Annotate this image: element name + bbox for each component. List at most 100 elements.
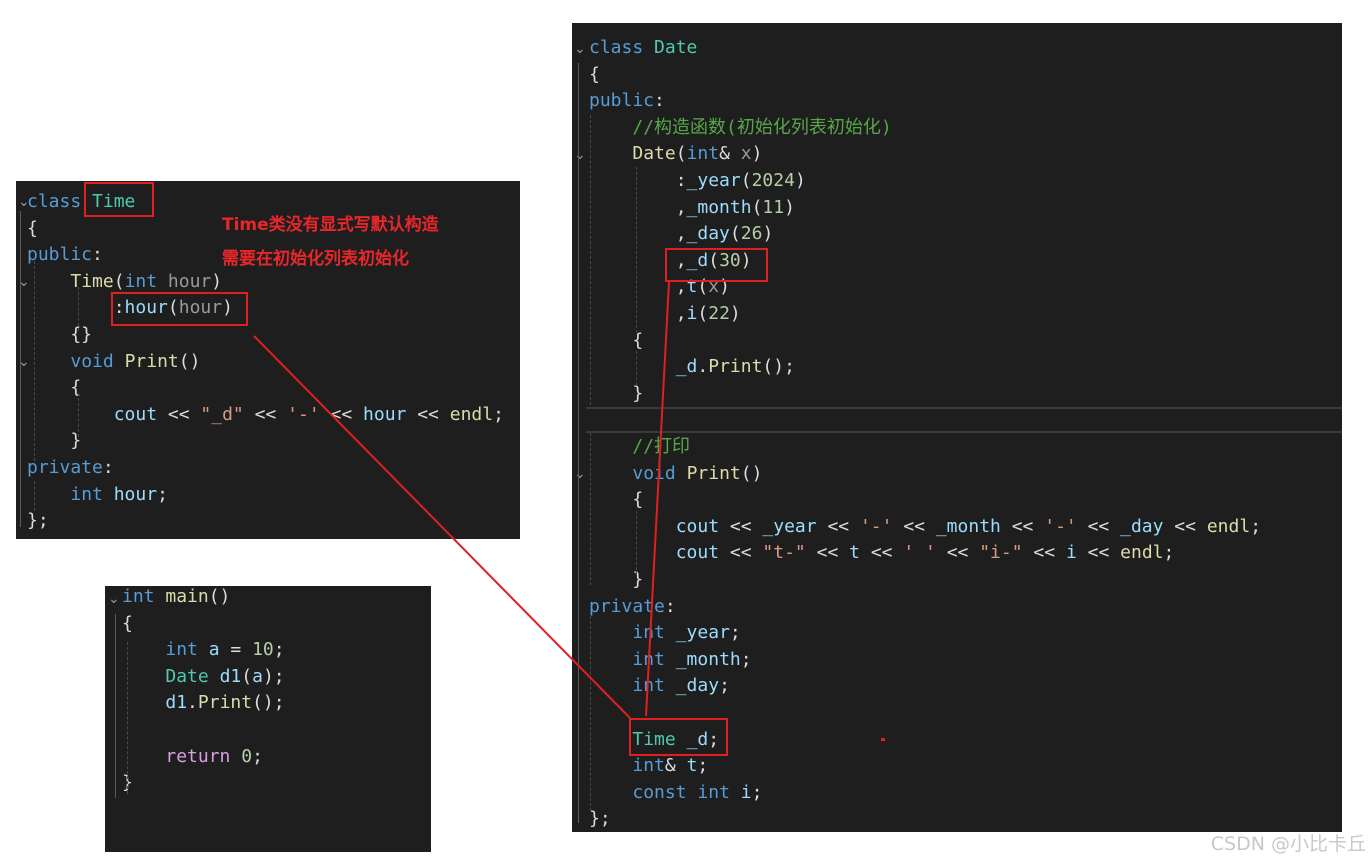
- code-line[interactable]: cout << _year << '-' << _month << '-' <<…: [589, 514, 1261, 540]
- code-token: ;: [157, 483, 168, 505]
- code-line[interactable]: int _day;: [589, 673, 730, 699]
- code-token: :: [654, 90, 665, 112]
- code-token: _month: [675, 648, 741, 670]
- code-line[interactable]: cout << "t-" << t << ' ' << "i-" << i <<…: [589, 540, 1175, 566]
- code-line[interactable]: {: [589, 62, 600, 88]
- code-line[interactable]: int a = 10;: [122, 637, 284, 663]
- code-line[interactable]: {: [589, 487, 643, 513]
- code-token: public: [589, 90, 655, 112]
- code-line[interactable]: }: [27, 428, 81, 454]
- code-token: ;: [719, 675, 730, 697]
- code-token: public: [27, 244, 93, 266]
- code-line[interactable]: Time(int hour): [27, 269, 222, 295]
- code-line[interactable]: public:: [27, 242, 103, 268]
- code-line[interactable]: int& t;: [589, 753, 708, 779]
- code-token: <<: [1076, 515, 1121, 537]
- code-line[interactable]: };: [27, 508, 49, 534]
- code-line[interactable]: int _year;: [589, 620, 740, 646]
- code-token: a: [252, 665, 263, 687]
- code-token: int: [632, 648, 665, 670]
- fold-chevron-icon[interactable]: ⌄: [574, 142, 586, 168]
- code-token: <<: [816, 515, 860, 537]
- code-line[interactable]: public:: [589, 88, 665, 114]
- code-line[interactable]: void Print(): [27, 349, 200, 375]
- code-line[interactable]: int main(): [122, 586, 230, 610]
- code-line[interactable]: const int i;: [589, 780, 762, 806]
- code-line[interactable]: :_year(2024): [589, 168, 806, 194]
- annotation-line-1: Time类没有显式写默认构造: [222, 215, 439, 235]
- fold-chevron-icon[interactable]: ⌄: [574, 36, 586, 62]
- code-line[interactable]: //构造函数(初始化列表初始化): [589, 115, 891, 141]
- code-line[interactable]: private:: [27, 455, 114, 481]
- code-token: ;: [751, 781, 763, 803]
- code-token: Date: [165, 665, 209, 687]
- code-token: ,: [589, 196, 687, 218]
- code-token: <<: [243, 403, 288, 425]
- code-token: int: [632, 755, 665, 777]
- highlight-box-time-member: [629, 718, 728, 756]
- code-token: '-': [287, 403, 320, 425]
- code-token: (): [208, 586, 231, 607]
- code-token: t: [686, 755, 698, 777]
- code-line[interactable]: {}: [27, 322, 92, 348]
- code-token: int: [70, 483, 103, 505]
- code-token: main: [165, 586, 209, 607]
- code-token: :: [102, 457, 114, 478]
- code-token: ' ': [903, 542, 936, 564]
- code-line[interactable]: class Date: [589, 35, 697, 61]
- code-line[interactable]: cout << "_d" << '-' << hour << endl;: [27, 402, 504, 428]
- highlight-box-hour-initializer: [111, 292, 248, 326]
- code-token: '-': [859, 515, 893, 537]
- code-line[interactable]: };: [589, 806, 611, 832]
- code-token: ;: [1250, 515, 1262, 537]
- code-token: ): [794, 170, 806, 191]
- code-token: <<: [892, 515, 936, 537]
- code-line[interactable]: ,_month(11): [589, 195, 795, 221]
- code-token: .: [187, 692, 198, 714]
- fold-chevron-icon[interactable]: ⌄: [574, 461, 586, 487]
- code-token: :: [92, 244, 103, 266]
- code-token: <<: [1000, 515, 1045, 537]
- code-line[interactable]: {: [27, 216, 38, 242]
- code-line[interactable]: d1.Print();: [122, 690, 284, 716]
- code-line[interactable]: {: [27, 375, 81, 401]
- code-token: &: [664, 755, 687, 777]
- code-line[interactable]: private:: [589, 594, 676, 620]
- code-token: (: [675, 143, 687, 165]
- code-token: Print: [124, 350, 179, 372]
- code-line[interactable]: ,_day(26): [589, 221, 774, 247]
- code-line[interactable]: {: [122, 611, 133, 637]
- code-line[interactable]: void Print(): [589, 461, 762, 487]
- code-line[interactable]: int hour;: [27, 482, 168, 508]
- code-token: ;: [740, 648, 752, 670]
- fold-chevron-icon[interactable]: ⌄: [108, 586, 120, 612]
- code-line[interactable]: ,i(22): [589, 301, 741, 327]
- code-token: <<: [805, 542, 850, 564]
- code-line[interactable]: _d.Print();: [589, 354, 795, 380]
- code-token: int: [165, 639, 198, 661]
- code-token: 26: [740, 223, 763, 245]
- code-line[interactable]: Date d1(a);: [122, 664, 284, 690]
- code-line[interactable]: int _month;: [589, 647, 752, 673]
- red-dot: [881, 738, 885, 741]
- code-token: _month: [686, 196, 752, 218]
- code-token: hour: [363, 403, 407, 425]
- code-token: _day: [686, 223, 730, 245]
- code-token: a: [208, 639, 220, 661]
- code-line[interactable]: return 0;: [122, 744, 263, 770]
- code-line[interactable]: Date(int& x): [589, 141, 762, 167]
- code-line[interactable]: //打印: [589, 434, 690, 460]
- code-token: _day: [675, 675, 720, 697]
